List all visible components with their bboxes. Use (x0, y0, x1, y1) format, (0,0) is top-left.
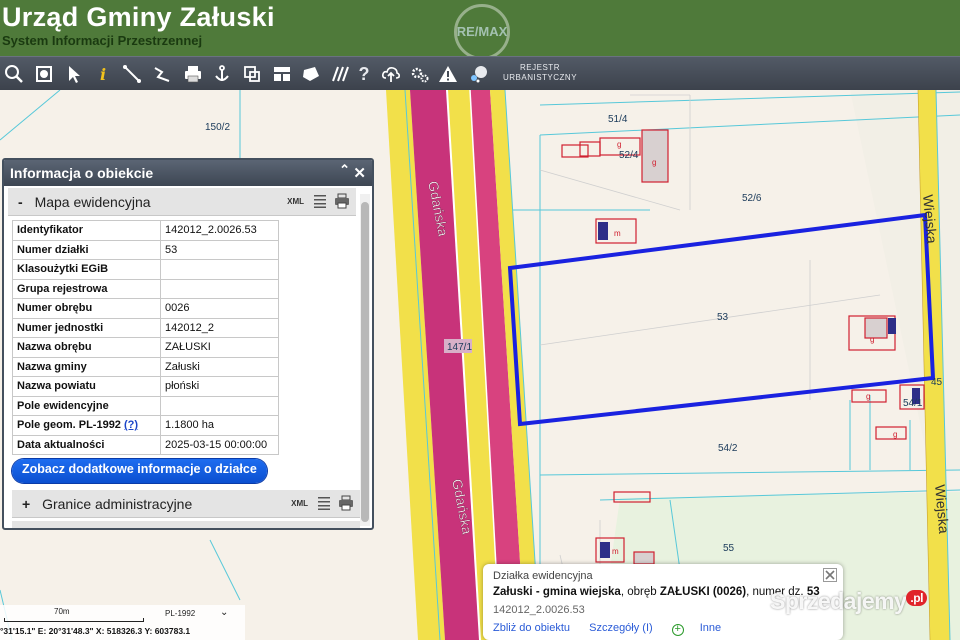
panel-scrollbar[interactable] (360, 194, 370, 526)
measure-line-icon[interactable] (121, 63, 143, 85)
shape-icon[interactable] (300, 63, 322, 85)
xml-export-button[interactable]: XML (291, 499, 308, 508)
building-mark: m (612, 547, 619, 556)
close-icon[interactable]: ✕ (353, 164, 366, 182)
layout-icon[interactable] (271, 63, 293, 85)
panel-title: Informacja o obiekcie (10, 165, 154, 181)
section-granice-administracyjne[interactable]: + Granice administracyjne XML (12, 490, 360, 518)
xml-export-button[interactable]: XML (287, 197, 304, 206)
rejestr-urbanistyczny-button[interactable]: REJESTR URBANISTYCZNY (500, 63, 580, 83)
measure-polyline-icon[interactable] (151, 63, 173, 85)
table-row: Numer działki 53 (12, 239, 279, 260)
building-mark: g (617, 140, 621, 149)
collapse-icon[interactable]: ⌃ (339, 162, 350, 178)
building-mark: g (893, 430, 897, 439)
other-link[interactable]: Inne (700, 622, 721, 634)
collapse-toggle[interactable]: - (18, 194, 23, 210)
popup-type: Działka ewidencyjna (493, 570, 593, 582)
table-row: Data aktualności 2025-03-15 00:00:00 (12, 434, 279, 455)
zoom-extent-icon[interactable] (33, 63, 55, 85)
scale-bar: 70m PL-1992 ⌄ °31'15.1" E: 20°31'48.3" X… (0, 605, 245, 640)
building-mark: g (866, 392, 870, 401)
print-icon[interactable] (338, 495, 354, 511)
expand-toggle[interactable]: + (22, 496, 30, 512)
anchor-icon[interactable] (211, 63, 233, 85)
pointer-icon[interactable] (63, 63, 85, 85)
parcel-label: 52/6 (742, 193, 762, 204)
parcel-label: 51/4 (608, 114, 628, 125)
attribute-table: Identyfikator 142012_2.0026.53 Numer dzia… (12, 220, 279, 455)
zoom-icon[interactable] (3, 63, 25, 85)
help-icon[interactable]: ? (353, 63, 375, 85)
upload-icon[interactable] (380, 63, 402, 85)
coordinate-readout: °31'15.1" E: 20°31'48.3" X: 518326.3 Y: … (0, 626, 191, 636)
parcel-label: 52/4 (619, 150, 639, 161)
parcel-label: 54/2 (718, 443, 738, 454)
table-row: Numer jednostki 142012_2 (12, 317, 279, 338)
app-header: Urząd Gminy Załuski System Informacji Pr… (0, 0, 960, 60)
help-link[interactable]: (?) (124, 419, 138, 431)
close-icon[interactable] (823, 568, 837, 582)
table-row: Numer obrębu 0026 (12, 298, 279, 319)
info-panel: Informacja o obiekcie ⌃ ✕ - Mapa ewidenc… (2, 158, 374, 530)
parcel-label: 150/2 (205, 122, 230, 133)
scale-distance: 70m (54, 607, 70, 616)
road-parcel-label: 147/1 (447, 342, 472, 353)
details-link[interactable]: Szczegóły (I) (589, 622, 653, 634)
plus-icon[interactable]: + (671, 624, 684, 636)
select-icon[interactable] (241, 63, 263, 85)
parcel-label: 55 (723, 543, 735, 554)
sprzedajemy-watermark: Sprzedajemy .pl (770, 588, 927, 615)
app-title: Urząd Gminy Załuski (2, 2, 275, 32)
table-row: Identyfikator 142012_2.0026.53 (12, 220, 279, 241)
app-subtitle: System Informacji Przestrzennej (2, 33, 203, 48)
warning-icon[interactable] (437, 63, 459, 85)
table-row: Nazwa powiatu płoński (12, 376, 279, 397)
chevron-down-icon[interactable]: ⌄ (220, 607, 228, 618)
scale-line (4, 618, 144, 622)
settings-icon[interactable] (409, 63, 431, 85)
list-icon[interactable] (314, 194, 326, 208)
info-icon[interactable]: i (92, 63, 114, 85)
list-icon[interactable] (318, 496, 330, 510)
parcel-label: 54/1 (903, 398, 923, 409)
parcel-label: 45 (931, 377, 943, 388)
parcel-label: 53 (717, 312, 729, 323)
zoom-to-object-link[interactable]: Zbliż do obiektu (493, 622, 570, 634)
table-row: Grupa rejestrowa (12, 278, 279, 299)
bubble-icon[interactable] (468, 63, 490, 85)
section-label: Granice administracyjne (42, 496, 193, 512)
table-row: Pole geom. PL-1992 (?) 1.1800 ha (12, 415, 279, 436)
print-icon[interactable] (334, 193, 350, 209)
building-mark: g (652, 158, 656, 167)
table-row: Nazwa obrębu ZAŁUSKI (12, 337, 279, 358)
section-partial[interactable] (12, 521, 360, 528)
building-mark: g (870, 335, 874, 344)
section-label: Mapa ewidencyjna (34, 194, 151, 210)
remax-watermark-logo: RE/MAX (446, 4, 518, 60)
panel-title-bar[interactable]: Informacja o obiekcie ⌃ ✕ (4, 160, 372, 186)
more-info-button[interactable]: Zobacz dodatkowe informacje o działce (12, 459, 267, 483)
map-toolbar: i ? REJESTR URBANISTYCZNY (0, 56, 960, 90)
popup-identifier: 142012_2.0026.53 (493, 604, 585, 616)
section-mapa-ewidencyjna[interactable]: - Mapa ewidencyjna XML (8, 188, 356, 216)
table-row: Nazwa gminy Załuski (12, 356, 279, 377)
building-mark: m (614, 229, 621, 238)
hatch-icon[interactable] (329, 63, 351, 85)
crs-select[interactable]: PL-1992 (165, 609, 195, 618)
print-icon[interactable] (182, 63, 204, 85)
table-row: Pole ewidencyjne (12, 395, 279, 416)
table-row: Klasoużytki EGiB (12, 259, 279, 280)
